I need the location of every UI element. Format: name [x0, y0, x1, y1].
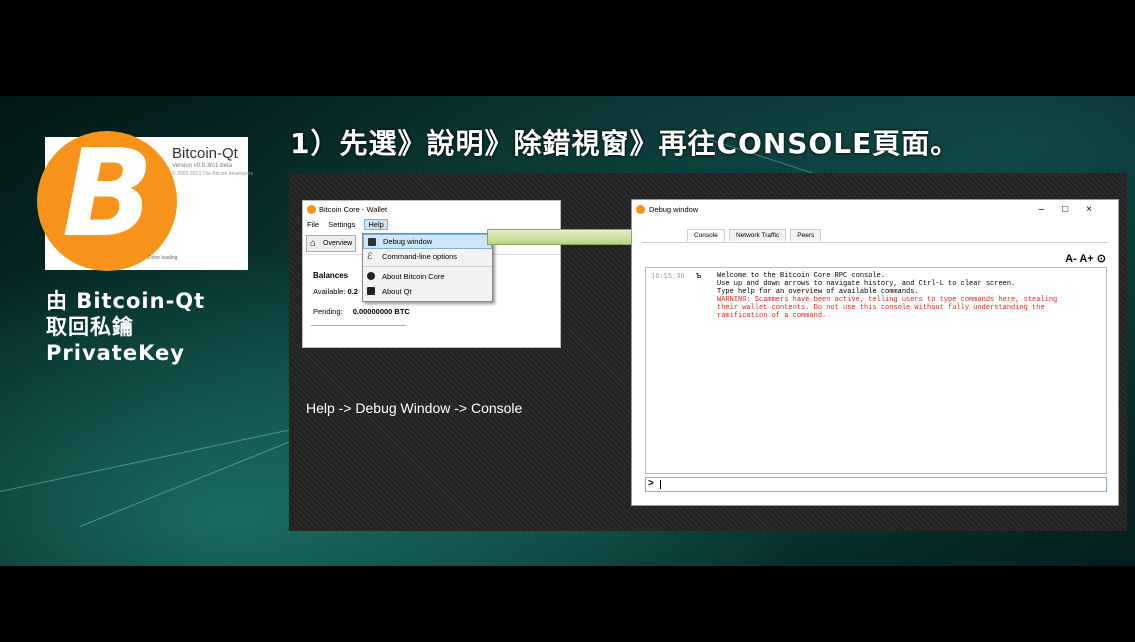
- wallet-titlebar: Bitcoin Core - Wallet: [303, 201, 560, 218]
- debug-title: Debug window: [649, 205, 699, 214]
- prompt-icon: >: [648, 478, 654, 489]
- overview-button[interactable]: ⌂ Overview: [306, 235, 357, 252]
- balances-heading: Balances: [313, 271, 349, 280]
- bitcoin-icon: [367, 272, 375, 280]
- warning-line: WARNING: Scammers have been active, tell…: [717, 296, 1058, 304]
- pending-label: Pending:: [313, 307, 343, 316]
- available-label: Available:: [313, 287, 346, 296]
- wallet-title: Bitcoin Core - Wallet: [319, 205, 388, 214]
- welcome-line: Use up and down arrows to navigate histo…: [717, 280, 1016, 288]
- menu-settings[interactable]: Settings: [328, 220, 355, 229]
- home-icon: ⌂: [310, 238, 317, 249]
- slide-title: 1）先選》說明》除錯視窗》再往CONSOLE頁面。: [290, 127, 960, 160]
- pending-value: 0.00000000 BTC: [352, 307, 410, 316]
- splash-app-name: Bitcoin-Qt: [172, 145, 238, 162]
- available-balance: Available: 0.2: [313, 287, 358, 296]
- navigation-caption: Help -> Debug Window -> Console: [306, 400, 523, 416]
- console-output: 16:15:36 ъ Welcome to the Bitcoin Core R…: [645, 267, 1107, 474]
- tab-peers[interactable]: Peers: [790, 229, 822, 241]
- warning-line: their wallet contents. Do not use this c…: [717, 304, 1045, 312]
- menu-file[interactable]: File: [307, 220, 319, 229]
- tab-divider: [642, 242, 1108, 243]
- help-dropdown-menu: Debug window ℰ Command-line options Abou…: [362, 233, 493, 302]
- overview-label: Overview: [323, 240, 353, 247]
- bitcoin-icon: [307, 205, 316, 214]
- side-caption-line: PrivateKey: [46, 341, 185, 365]
- debug-titlebar: Debug window –□×: [632, 200, 1118, 220]
- splash-copyright: © 2009-2013 The Bitcoin developers: [172, 171, 254, 177]
- available-value: 0.2: [347, 287, 358, 296]
- bitcoin-qt-splash: B Bitcoin-Qt Version v0.9.3rc1-beta © 20…: [37, 131, 253, 271]
- welcome-line: Welcome to the Bitcoin Core RPC console.: [717, 272, 886, 280]
- terminal-icon: ℰ: [367, 251, 373, 261]
- debug-window: Debug window –□× Console Network Traffic…: [631, 199, 1119, 506]
- pending-balance: Pending: 0.00000000 BTC: [313, 307, 410, 316]
- menu-item-label: Debug window: [383, 237, 433, 246]
- welcome-line: Type help for an overview of available c…: [717, 288, 919, 296]
- warning-line: ramification of a command.: [717, 312, 827, 320]
- menu-item-label: Command-line options: [382, 252, 458, 261]
- bitcoin-icon: [636, 205, 645, 214]
- monitor-icon: [368, 238, 376, 246]
- console-input[interactable]: >: [645, 477, 1107, 492]
- bitcoin-icon: ъ: [696, 271, 702, 281]
- splash-status: Done loading: [148, 255, 178, 261]
- menu-separator: [363, 266, 492, 267]
- menu-item-label: About Bitcoin Core: [382, 272, 445, 281]
- window-controls[interactable]: –□×: [1039, 200, 1110, 220]
- debug-tabs: Console Network Traffic Peers: [687, 229, 823, 242]
- side-caption: 由 Bitcoin-Qt 取回私鑰 PrivateKey: [46, 288, 205, 366]
- bitcoin-logo-icon: B: [37, 131, 177, 271]
- menu-item-debug-window[interactable]: Debug window: [363, 234, 492, 249]
- qt-icon: [367, 287, 375, 295]
- divider: [311, 325, 406, 326]
- tab-console[interactable]: Console: [687, 229, 725, 241]
- menu-item-command-line-options[interactable]: ℰ Command-line options: [363, 249, 492, 264]
- side-caption-line: 取回私鑰: [46, 315, 134, 339]
- splash-version: Version v0.9.3rc1-beta: [172, 163, 233, 169]
- menu-help[interactable]: Help: [364, 219, 388, 230]
- menu-item-about-bitcoin-core[interactable]: About Bitcoin Core: [363, 269, 492, 284]
- tab-network-traffic[interactable]: Network Traffic: [728, 229, 787, 241]
- font-size-controls[interactable]: A- A+ ⊙: [1065, 252, 1106, 265]
- side-caption-line: 由 Bitcoin-Qt: [46, 289, 206, 313]
- text-caret: [660, 480, 661, 489]
- menu-item-label: About Qt: [382, 287, 412, 296]
- console-message: Welcome to the Bitcoin Core RPC console.…: [717, 272, 1057, 320]
- message-timestamp: 16:15:36: [651, 273, 685, 281]
- menu-item-about-qt[interactable]: About Qt: [363, 284, 492, 299]
